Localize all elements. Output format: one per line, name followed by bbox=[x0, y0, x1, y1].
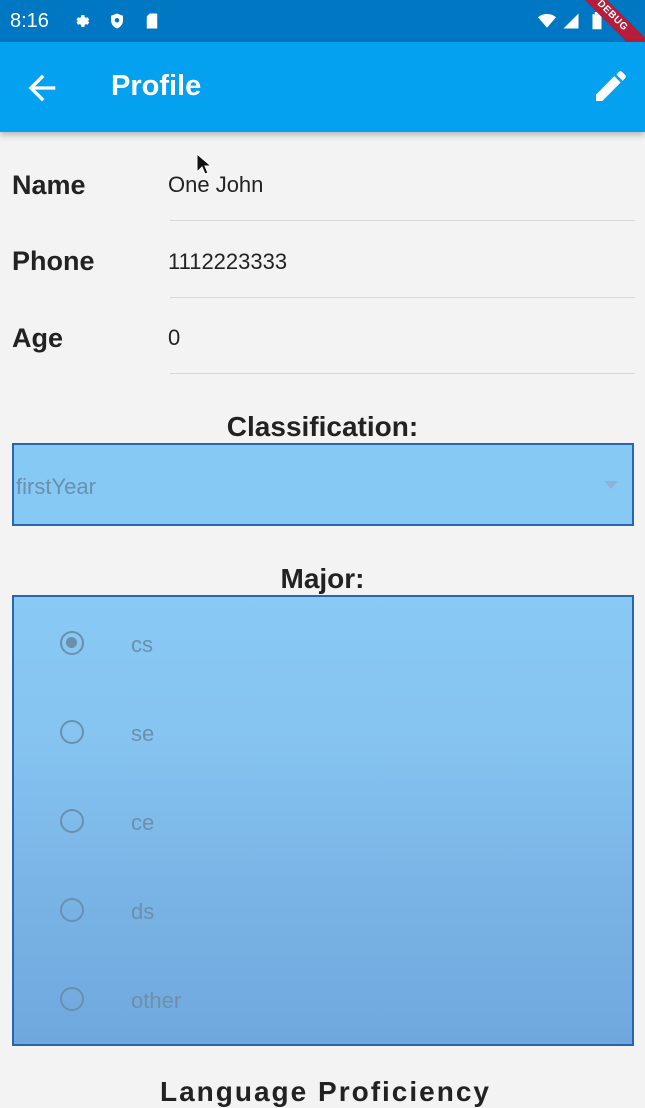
back-arrow-icon[interactable] bbox=[22, 68, 62, 108]
classification-dropdown[interactable]: firstYear bbox=[12, 443, 634, 526]
name-field[interactable]: One John bbox=[168, 172, 263, 198]
shield-icon bbox=[111, 13, 123, 29]
name-underline bbox=[170, 220, 635, 221]
radio-unselected-icon[interactable] bbox=[60, 809, 84, 833]
status-bar: 8:16 DEBUG bbox=[0, 0, 645, 61]
page-title: Profile bbox=[111, 70, 202, 102]
phone-underline bbox=[170, 297, 635, 298]
phone-field[interactable]: 1112223333 bbox=[168, 249, 287, 275]
major-option-se[interactable]: se bbox=[14, 703, 632, 763]
radio-unselected-icon[interactable] bbox=[60, 898, 84, 922]
wifi-icon bbox=[538, 13, 556, 28]
phone-label: Phone bbox=[12, 246, 95, 276]
classification-selected-value: firstYear bbox=[16, 474, 96, 499]
name-label: Name bbox=[12, 170, 86, 200]
age-underline bbox=[170, 373, 635, 374]
sd-card-icon bbox=[146, 13, 158, 29]
mouse-cursor-icon bbox=[196, 153, 212, 175]
major-option-other[interactable]: other bbox=[14, 970, 632, 1030]
major-option-ds[interactable]: ds bbox=[14, 881, 632, 941]
age-field[interactable]: 0 bbox=[168, 325, 180, 351]
next-section-title: Language Proficiency bbox=[160, 1076, 491, 1107]
classification-title: Classification: bbox=[226, 411, 419, 442]
signal-icon bbox=[563, 13, 579, 29]
major-option-label: cs bbox=[131, 632, 153, 657]
settings-icon bbox=[76, 15, 90, 27]
major-option-label: ce bbox=[131, 810, 155, 835]
app-bar: Profile bbox=[0, 42, 645, 132]
major-option-label: other bbox=[131, 988, 182, 1013]
major-option-ce[interactable]: ce bbox=[14, 792, 632, 852]
edit-pencil-icon[interactable] bbox=[591, 66, 631, 106]
radio-unselected-icon[interactable] bbox=[60, 720, 84, 744]
status-time: 8:16 bbox=[10, 10, 49, 32]
major-option-cs[interactable]: cs bbox=[14, 614, 632, 674]
major-option-label: ds bbox=[131, 899, 155, 924]
age-label: Age bbox=[12, 323, 64, 353]
major-option-label: se bbox=[131, 721, 155, 746]
radio-selected-icon[interactable] bbox=[60, 631, 84, 655]
major-radio-group: cs se ce ds other bbox=[12, 595, 634, 1046]
dropdown-arrow-icon bbox=[604, 481, 618, 489]
major-title: Major: bbox=[280, 563, 365, 594]
radio-unselected-icon[interactable] bbox=[60, 987, 84, 1011]
